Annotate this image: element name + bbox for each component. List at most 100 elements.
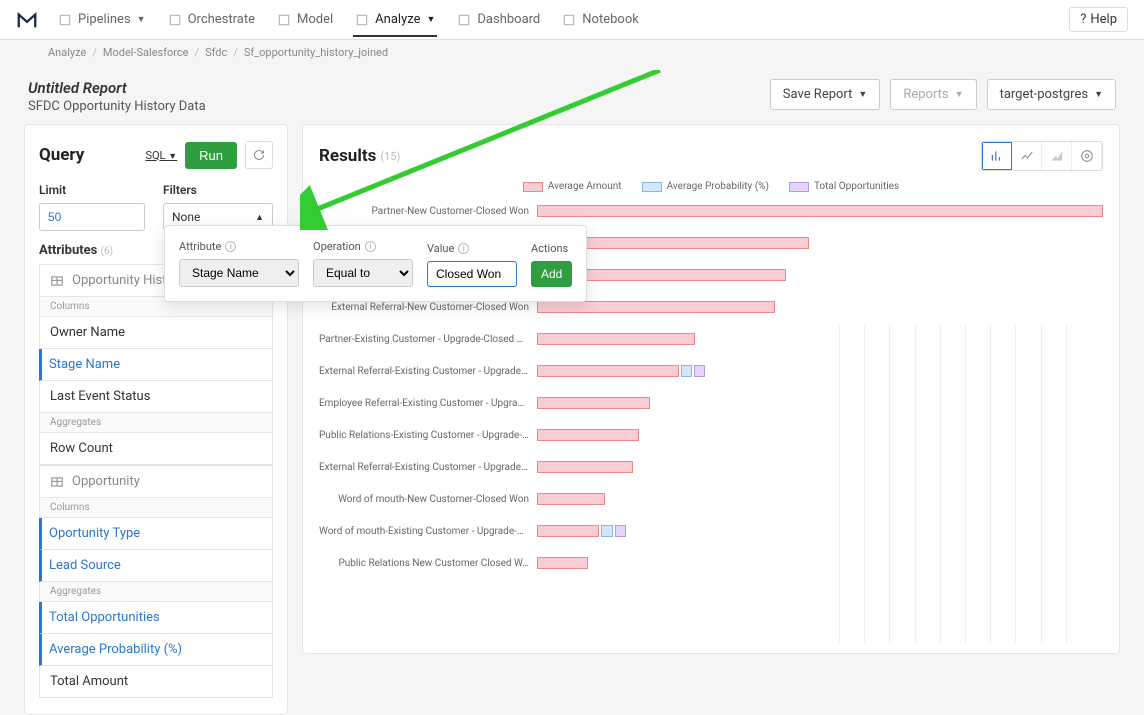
nav-orchestrate[interactable]: Orchestrate: [166, 2, 257, 37]
info-icon: i: [225, 241, 236, 252]
results-title: Results: [319, 146, 376, 166]
help-label: Help: [1090, 12, 1117, 27]
chart-label: External Referral-New Customer-Closed Wo…: [319, 302, 529, 313]
filter-attribute-select[interactable]: Stage Name: [179, 259, 299, 287]
nav-pipelines[interactable]: Pipelines▼: [56, 2, 148, 37]
filter-value-input[interactable]: [427, 261, 517, 287]
caret-down-icon: ▼: [955, 89, 964, 100]
help-icon: ?: [1080, 12, 1086, 27]
sql-toggle[interactable]: SQL ▼: [145, 149, 177, 162]
results-panel: Results (15) Average AmountAverage Proba…: [302, 124, 1120, 654]
reports-button[interactable]: Reports▼: [890, 79, 976, 110]
attr-item[interactable]: Row Count: [39, 433, 273, 465]
chart-row: External Referral-New Customer-Closed Wo…: [319, 300, 1103, 314]
target-select[interactable]: target-postgres▼: [987, 79, 1116, 110]
nav-icon: [58, 13, 72, 27]
chart-label: Word of mouth-New Customer-Closed Won: [319, 494, 529, 505]
attr-group-header[interactable]: Opportunity: [39, 465, 273, 498]
line-chart-icon[interactable]: [1012, 142, 1042, 170]
columns-label: Columns: [39, 498, 273, 518]
chart-bar[interactable]: [537, 301, 775, 313]
results-count: (15): [380, 150, 400, 163]
breadcrumb-link[interactable]: Sf_opportunity_history_joined: [244, 46, 388, 59]
legend-item: Average Amount: [523, 181, 622, 192]
filter-operation-label: Operationi: [313, 240, 413, 253]
chart-bar[interactable]: [537, 365, 679, 377]
breadcrumb: Analyze/Model-Salesforce/Sfdc/Sf_opportu…: [0, 40, 1144, 65]
nav-icon: [277, 13, 291, 27]
caret-down-icon: ▼: [1094, 89, 1103, 100]
nav-icon: [355, 13, 369, 27]
chart-bar[interactable]: [537, 557, 588, 569]
attr-item[interactable]: Average Probability (%): [39, 634, 273, 666]
nav-icon: [457, 13, 471, 27]
breadcrumb-link[interactable]: Analyze: [48, 46, 86, 59]
chart-label: Employee Referral-Existing Customer - Up…: [319, 398, 529, 409]
chart-bar[interactable]: [537, 205, 1103, 217]
run-button[interactable]: Run: [185, 142, 237, 169]
chart-bar[interactable]: [537, 429, 639, 441]
filter-actions-label: Actions: [531, 242, 572, 255]
limit-input[interactable]: [39, 203, 145, 231]
caret-down-icon: ▼: [137, 14, 146, 25]
chart-bar[interactable]: [537, 397, 650, 409]
legend-item: Total Opportunities: [789, 181, 899, 192]
chart-label: Public Relations-Existing Customer - Upg…: [319, 430, 529, 441]
caret-up-icon: ▲: [255, 212, 264, 223]
table-icon: [50, 274, 64, 288]
app-logo: [16, 9, 38, 31]
chart-bar[interactable]: [537, 493, 605, 505]
refresh-button[interactable]: [245, 141, 273, 169]
attr-item[interactable]: Lead Source: [39, 550, 273, 582]
page-header: Untitled Report SFDC Opportunity History…: [0, 65, 1144, 124]
chart-bar[interactable]: [537, 333, 695, 345]
chart-label: Public Relations New Customer Closed W…: [319, 558, 529, 569]
chart-row: External Referral-Existing Customer - Up…: [319, 460, 1103, 474]
chart-label: Word of mouth-Existing Customer - Upgrad…: [319, 526, 529, 537]
info-icon: i: [458, 243, 469, 254]
attr-item[interactable]: Oportunity Type: [39, 518, 273, 550]
nav-model[interactable]: Model: [275, 2, 335, 37]
help-button[interactable]: ? Help: [1069, 7, 1128, 32]
legend-swatch: [789, 182, 809, 192]
attr-item[interactable]: Stage Name: [39, 349, 273, 381]
chart-row: Public Relations-Existing Customer - Upg…: [319, 428, 1103, 442]
filter-attribute-label: Attributei: [179, 240, 299, 253]
save-report-button[interactable]: Save Report▼: [770, 79, 881, 110]
filter-popup: Attributei Stage Name Operationi Equal t…: [164, 225, 587, 302]
top-nav: Pipelines▼ Orchestrate Model Analyze▼ Dashbo…: [0, 0, 1144, 40]
nav-dashboard[interactable]: Dashboard: [455, 2, 542, 37]
aggregates-label: Aggregates: [39, 582, 273, 602]
caret-down-icon: ▼: [426, 14, 435, 25]
chart-row: Partner-New Customer-Closed Won: [319, 204, 1103, 218]
area-chart-icon[interactable]: [1042, 142, 1072, 170]
attr-item[interactable]: Total Opportunities: [39, 602, 273, 634]
chart-type-controls: [981, 141, 1103, 171]
breadcrumb-link[interactable]: Sfdc: [205, 46, 227, 59]
filter-operation-select[interactable]: Equal to: [313, 259, 413, 287]
table-icon: [50, 475, 64, 489]
chart-bar[interactable]: [537, 461, 633, 473]
chart-label: External Referral-Existing Customer - Up…: [319, 366, 529, 377]
caret-down-icon: ▼: [858, 89, 867, 100]
chart-row: Partner-Existing Customer - Upgrade-Clos…: [319, 332, 1103, 346]
page-subtitle: SFDC Opportunity History Data: [28, 99, 206, 114]
add-filter-button[interactable]: Add: [531, 261, 572, 287]
settings-icon[interactable]: [1072, 142, 1102, 170]
nav-icon: [168, 13, 182, 27]
chart-label: Partner-Existing Customer - Upgrade-Clos…: [319, 334, 529, 345]
bar-chart-icon[interactable]: [982, 142, 1012, 170]
attr-item[interactable]: Owner Name: [39, 317, 273, 349]
chart-label: External Referral-Existing Customer - Up…: [319, 462, 529, 473]
nav-notebook[interactable]: Notebook: [560, 2, 641, 37]
attr-item[interactable]: Total Amount: [39, 666, 273, 698]
breadcrumb-link[interactable]: Model-Salesforce: [103, 46, 189, 59]
legend-swatch: [642, 182, 662, 192]
attr-item[interactable]: Last Event Status: [39, 381, 273, 413]
legend-swatch: [523, 182, 543, 192]
chart-row: Word of mouth-New Customer-Closed Won: [319, 492, 1103, 506]
chart-row: External Referral-Existing Customer - Up…: [319, 364, 1103, 378]
chart-bar[interactable]: [537, 525, 599, 537]
filter-value-label: Valuei: [427, 242, 517, 255]
nav-analyze[interactable]: Analyze▼: [353, 2, 437, 37]
